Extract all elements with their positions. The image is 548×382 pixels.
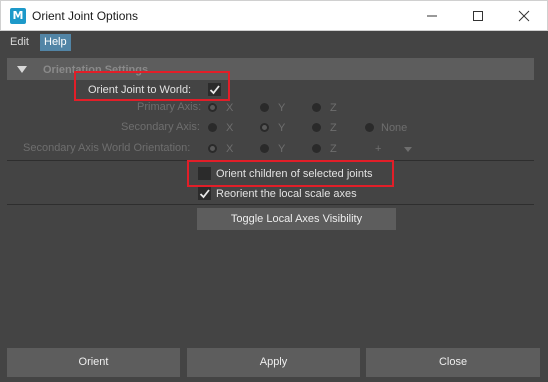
minimize-icon	[427, 15, 437, 17]
maya-app-icon: M	[10, 8, 26, 24]
secondary-world-z-radio[interactable]	[312, 144, 321, 153]
close-icon	[518, 10, 530, 22]
primary-axis-y-radio[interactable]	[260, 103, 269, 112]
secondary-world-label: Secondary Axis World Orientation:	[23, 142, 191, 154]
secondary-world-x-label: X	[226, 143, 234, 155]
menu-help[interactable]: Help	[40, 34, 71, 51]
secondary-world-z-label: Z	[330, 143, 337, 155]
secondary-world-x-radio[interactable]	[208, 144, 217, 153]
window-title: Orient Joint Options	[32, 9, 139, 23]
orient-button[interactable]: Orient	[7, 348, 180, 377]
secondary-world-sign-dropdown[interactable]: +	[375, 143, 381, 155]
divider-bottom	[7, 204, 534, 205]
secondary-axis-none-radio[interactable]	[365, 123, 374, 132]
menu-edit[interactable]: Edit	[6, 34, 33, 51]
close-window-button[interactable]	[501, 1, 547, 31]
dropdown-arrow-icon[interactable]	[404, 147, 412, 152]
highlight-box-orient-children	[187, 160, 394, 187]
options-panel: Orientation Settings Orient Joint to Wor…	[7, 58, 534, 338]
primary-axis-label: Primary Axis:	[137, 101, 202, 113]
reorient-scale-checkbox[interactable]	[198, 187, 211, 200]
highlight-box-orient-to-world	[74, 71, 230, 101]
checkmark-icon	[199, 189, 210, 199]
secondary-axis-z-label: Z	[330, 122, 337, 134]
secondary-axis-x-label: X	[226, 122, 234, 134]
secondary-axis-y-label: Y	[278, 122, 286, 134]
maximize-button[interactable]	[455, 1, 501, 31]
toggle-local-axes-button[interactable]: Toggle Local Axes Visibility	[197, 208, 396, 230]
secondary-world-y-radio[interactable]	[260, 144, 269, 153]
secondary-axis-z-radio[interactable]	[312, 123, 321, 132]
primary-axis-z-radio[interactable]	[312, 103, 321, 112]
secondary-axis-label: Secondary Axis:	[121, 121, 200, 133]
apply-button[interactable]: Apply	[187, 348, 360, 377]
title-bar: M Orient Joint Options	[0, 0, 548, 31]
secondary-axis-none-label: None	[381, 122, 408, 134]
primary-axis-y-label: Y	[278, 102, 286, 114]
menu-bar: Edit Help	[0, 31, 548, 53]
primary-axis-x-radio[interactable]	[208, 103, 217, 112]
minimize-button[interactable]	[409, 1, 455, 31]
secondary-world-y-label: Y	[278, 143, 286, 155]
primary-axis-z-label: Z	[330, 102, 337, 114]
collapse-arrow-icon[interactable]	[17, 66, 27, 73]
secondary-axis-x-radio[interactable]	[208, 123, 217, 132]
primary-axis-x-label: X	[226, 102, 234, 114]
secondary-axis-y-radio[interactable]	[260, 123, 269, 132]
close-button[interactable]: Close	[366, 348, 540, 377]
maximize-icon	[473, 11, 483, 21]
reorient-scale-label: Reorient the local scale axes	[216, 188, 357, 200]
